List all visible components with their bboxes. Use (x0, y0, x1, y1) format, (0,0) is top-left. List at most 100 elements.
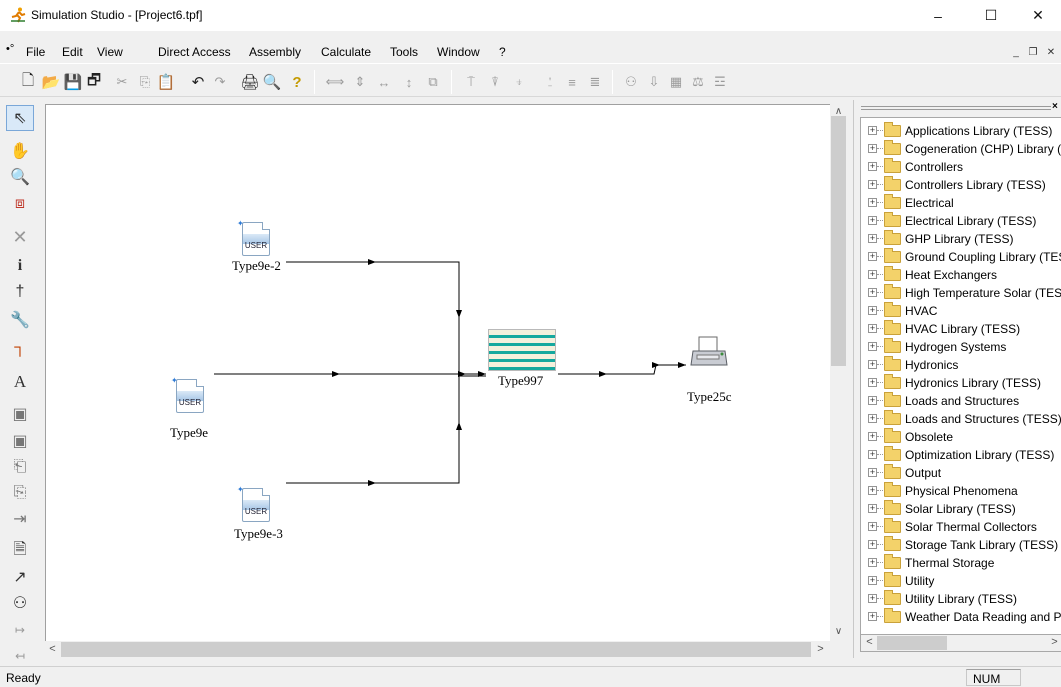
arrow-icon[interactable]: ↗ (6, 564, 34, 590)
tree-node[interactable]: + Electrical Library (TESS) (861, 212, 1061, 230)
redo-icon[interactable]: ↷ (210, 72, 230, 92)
tree-node[interactable]: + Optimization Library (TESS) (861, 446, 1061, 464)
expand-icon[interactable]: + (868, 162, 877, 171)
scrollbar-thumb[interactable] (831, 116, 846, 366)
expand-icon[interactable]: + (868, 126, 877, 135)
tree-node[interactable]: + HVAC Library (TESS) (861, 320, 1061, 338)
document-icon[interactable]: 🗎 (6, 538, 34, 564)
expand-icon[interactable]: + (868, 432, 877, 441)
tree-node[interactable]: + Storage Tank Library (TESS) (861, 536, 1061, 554)
wrench-icon[interactable]: 🔧 (6, 307, 34, 333)
tree-node[interactable]: + Electrical (861, 194, 1061, 212)
expand-icon[interactable]: + (868, 342, 877, 351)
expand-icon[interactable]: + (868, 576, 877, 585)
scroll-left-icon[interactable]: < (862, 636, 877, 648)
expand-icon[interactable]: + (868, 324, 877, 333)
panel-close-icon[interactable]: × (1052, 101, 1058, 112)
menu-window[interactable]: Window (437, 45, 480, 59)
expand-icon[interactable]: + (868, 144, 877, 153)
delete-icon[interactable]: ✕ (6, 224, 34, 250)
expand-icon[interactable]: + (868, 378, 877, 387)
tree-node[interactable]: + Physical Phenomena (861, 482, 1061, 500)
link-type9e-3-to-type997[interactable] (286, 376, 460, 484)
mdi-minimize-button[interactable]: _ (1009, 47, 1023, 60)
help-icon[interactable]: ? (287, 72, 307, 92)
tree-node[interactable]: + Thermal Storage (861, 554, 1061, 572)
link-icon[interactable]: † (6, 279, 34, 305)
grid-icon[interactable]: ▦ (666, 72, 686, 92)
expand-icon[interactable]: + (868, 360, 877, 369)
tree-node[interactable]: + Controllers (861, 158, 1061, 176)
zoom-icon[interactable]: 🔍 (6, 164, 34, 190)
expand-icon[interactable]: + (868, 540, 877, 549)
expand-icon[interactable]: + (868, 504, 877, 513)
print-preview-icon[interactable]: 🔍 (262, 72, 282, 92)
new-icon[interactable]: 🗋 (18, 72, 38, 92)
expand-icon[interactable]: + (868, 594, 877, 603)
scroll-right-icon[interactable]: > (1047, 636, 1061, 648)
canvas-horizontal-scrollbar[interactable]: < > (45, 641, 830, 658)
tree-node[interactable]: + Output (861, 464, 1061, 482)
folder-down-icon[interactable]: ⎘ (6, 480, 34, 506)
save-all-icon[interactable]: 🗗 (84, 72, 104, 92)
align-right-icon[interactable]: ≣ (585, 72, 605, 92)
expand-icon[interactable]: + (868, 270, 877, 279)
align-bottom-icon[interactable]: ⍖ (509, 72, 529, 92)
mdi-restore-button[interactable]: ❐ (1026, 47, 1040, 60)
tree-node[interactable]: + High Temperature Solar (TESS) (861, 284, 1061, 302)
scroll-right-icon[interactable]: > (813, 643, 828, 655)
tree-node[interactable]: + Hydronics (861, 356, 1061, 374)
tree-icon[interactable]: ⚇ (621, 72, 641, 92)
assembly-canvas[interactable]: ✦ USER Type9e-2 ✦ USER Type9e ✦ USER Typ… (45, 104, 830, 641)
text-tool-icon[interactable]: A (6, 369, 34, 395)
tree-node[interactable]: + Utility (861, 572, 1061, 590)
undo-icon[interactable]: ↶ (188, 72, 208, 92)
same-size-icon[interactable]: ⧉ (423, 72, 443, 92)
menu-assembly[interactable]: Assembly (249, 45, 301, 59)
link-type9e-2-to-type997[interactable] (286, 261, 460, 376)
runner-icon[interactable]: ⚇ (6, 590, 34, 616)
align-middle-icon[interactable]: ⍒ (485, 72, 505, 92)
paste-icon[interactable]: 📋 (156, 72, 176, 92)
tree-horizontal-scrollbar[interactable]: < > (860, 635, 1061, 652)
scrollbar-thumb[interactable] (61, 642, 811, 657)
layer-in-icon[interactable]: ↦ (6, 617, 34, 643)
menu-edit[interactable]: Edit (62, 45, 83, 59)
tree-node[interactable]: + Utility Library (TESS) (861, 590, 1061, 608)
menu-view[interactable]: View (97, 45, 123, 59)
folder-up-icon[interactable]: ⎗ (6, 454, 34, 480)
tree-node[interactable]: + Hydronics Library (TESS) (861, 374, 1061, 392)
scrollbar-thumb[interactable] (877, 636, 947, 650)
maximize-button[interactable]: ☐ (968, 0, 1014, 31)
copy-icon[interactable]: ⎘ (135, 72, 155, 92)
print-icon[interactable]: 🖨 (240, 72, 260, 92)
expand-icon[interactable]: + (868, 414, 877, 423)
panel-grip[interactable] (861, 106, 1051, 110)
tree-node[interactable]: + Controllers Library (TESS) (861, 176, 1061, 194)
expand-icon[interactable]: + (868, 396, 877, 405)
align-top-icon[interactable]: ⍑ (461, 72, 481, 92)
tree-node[interactable]: + Loads and Structures (TESS) (861, 410, 1061, 428)
menu-file[interactable]: File (26, 45, 45, 59)
tree-node[interactable]: + Solar Library (TESS) (861, 500, 1061, 518)
expand-icon[interactable]: + (868, 486, 877, 495)
expand-icon[interactable]: + (868, 522, 877, 531)
tree-node[interactable]: + Loads and Structures (861, 392, 1061, 410)
expand-icon[interactable]: + (868, 180, 877, 189)
align-center-icon[interactable]: ≡ (562, 72, 582, 92)
mdi-close-button[interactable]: ✕ (1044, 47, 1058, 60)
menu-direct-access[interactable]: Direct Access (158, 45, 231, 59)
expand-icon[interactable]: + (868, 612, 877, 621)
export-icon[interactable]: ⇥ (6, 506, 34, 532)
menu-calculate[interactable]: Calculate (321, 45, 371, 59)
weight-icon[interactable]: ⚖ (688, 72, 708, 92)
download-icon[interactable]: ⇩ (644, 72, 664, 92)
menu-tools[interactable]: Tools (390, 45, 418, 59)
same-width-icon[interactable]: ↔ (374, 72, 394, 92)
expand-icon[interactable]: + (868, 306, 877, 315)
tree-node[interactable]: + Heat Exchangers (861, 266, 1061, 284)
expand-icon[interactable]: + (868, 216, 877, 225)
pointer-icon[interactable]: ⇖ (6, 105, 34, 131)
scroll-down-icon[interactable]: ∨ (831, 626, 846, 637)
space-horizontal-icon[interactable]: ⟺ (325, 72, 345, 92)
